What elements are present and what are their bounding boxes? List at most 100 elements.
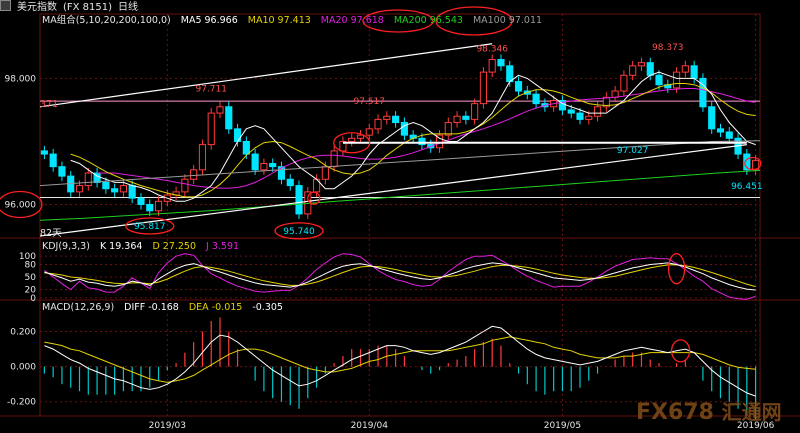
cut-top-label: 371 [40,99,59,110]
candle-up [348,137,356,142]
candle-up [593,106,602,117]
candle-up [637,62,646,67]
period-label[interactable]: 日线 [118,2,138,13]
kdj-tick-label: 20 [25,286,37,296]
candle-down [295,185,303,215]
candle-down [251,153,259,171]
ma-group-label[interactable]: MA组合(5,10,20,200,100,0) [42,15,171,26]
candle-up [673,71,681,89]
kdj-d-value: D 27.250 [152,241,197,252]
chart-canvas: 2019/03 2019/04 2019/05 2019/0696.00098.000… [0,6,800,431]
price-annotation: 95.817 [134,222,166,232]
price-annotation: 98.373 [652,43,684,53]
candle-down [242,140,250,155]
price-annotation: 96.451 [731,182,763,192]
candle-down [462,115,470,120]
candle-down [497,59,505,67]
candle-up [374,118,382,130]
candle-down [392,115,400,124]
macd-tick-label: 0.200 [10,328,36,338]
candle-down [514,81,523,92]
kdj-tick-label: 100 [19,252,36,262]
instrument-code: (FX 8151) [63,2,113,13]
candle-down [269,163,277,168]
ma20-value: MA20 97.618 [320,15,384,26]
candle-up [75,185,84,193]
candle-up [453,115,461,124]
candle-down [286,178,294,187]
candle-up [444,122,452,136]
price-annotation: 97.027 [617,146,649,156]
macd-legend: MACD(12,26,9) DIFF -0.168 DEA -0.015 -0.305 [42,302,293,314]
candle-up [216,106,224,114]
candle-up [190,169,198,180]
price-tick-label: 96.000 [5,200,37,210]
candle-down [102,181,110,190]
macd-diff-value: DIFF -0.168 [124,302,179,313]
candle-down [40,150,48,155]
candle-up [119,185,127,193]
instrument-title: 美元指数 [17,2,57,13]
kdj-j-line [44,253,756,300]
watermark-cn: 汇通网 [721,400,782,424]
candle-down [716,128,725,133]
price-annotation: 97.711 [195,85,227,95]
upper-trendline [39,43,493,108]
kdj-tick-label: 50 [25,273,37,283]
ma100-line [39,140,761,187]
ma5-value: MA5 96.966 [180,15,238,26]
price-tick-label: 98.000 [5,74,37,84]
candle-up [620,74,628,92]
candle-up [611,90,619,98]
macd-name[interactable]: MACD(12,26,9) [42,302,114,313]
candle-down [725,131,733,139]
macd-diff-line [44,325,756,397]
candle-up [181,178,189,193]
candle-down [576,112,584,120]
candle-up [488,59,496,73]
candle-down [655,74,663,86]
candle-down [708,106,716,130]
candle-up [629,65,637,76]
candle-up [585,115,593,120]
main-legend: MA组合(5,10,20,200,100,0) MA5 96.966 MA10 97… [42,15,552,27]
price-annotation: 98.346 [476,45,508,55]
candle-down [532,93,540,105]
macd-dea-line [44,336,756,383]
candle-up [479,71,487,105]
kdj-d-line [44,264,756,288]
candle-up [330,150,338,168]
window-icon [0,0,11,11]
ma100-value: MA100 97.011 [472,15,543,26]
ma10-value: MA10 97.413 [247,15,311,26]
price-annotation: 95.740 [283,227,315,237]
macd-tick-label: 0.000 [10,363,36,373]
candle-up [383,115,391,120]
kdj-cross-circle [667,253,686,285]
candle-down [506,65,514,83]
macd-hist-value: -0.305 [252,302,283,313]
kdj-k-value: K 19.364 [99,241,143,252]
macd-dea-value: DEA -0.015 [188,302,243,313]
kdj-name[interactable]: KDJ(9,3,3) [42,241,90,252]
candle-down [277,166,286,180]
candle-down [567,109,575,114]
candle-up [207,112,215,146]
kdj-j-value: J 3.591 [206,241,240,252]
watermark-brand: FX678 [636,400,714,425]
candle-up [260,163,268,171]
candle-down [146,203,154,212]
candle-down [646,62,654,76]
candle-down [225,106,233,130]
x-tick-label: 2019/05 [544,421,581,431]
macd-tick-label: -0.200 [7,398,36,408]
candle-down [690,65,698,79]
candle-down [111,188,119,193]
x-tick-label: 2019/03 [149,421,186,431]
ma200-value: MA200 96.543 [393,15,463,26]
watermark: FX678 汇通网 [636,396,782,425]
candle-up [681,65,689,73]
candle-up [471,103,479,120]
candle-down [49,153,57,168]
candle-up [321,166,329,180]
